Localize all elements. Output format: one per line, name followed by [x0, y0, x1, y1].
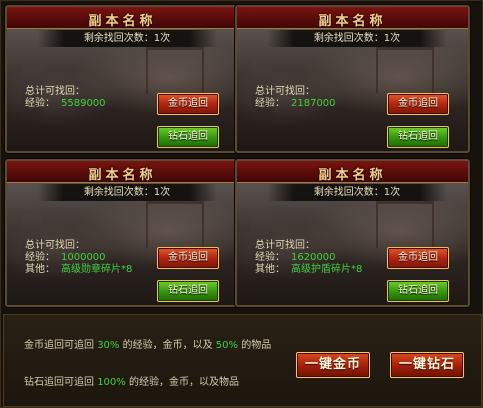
- dungeon-title-bar: 副本名称: [7, 161, 238, 183]
- item-percent: 50%: [215, 340, 239, 351]
- recoverable-info: 总计可找回： 经验： 1000000 其他： 高级勋章碎片*8: [25, 240, 132, 276]
- diamond-recover-button[interactable]: 钻石追回: [157, 126, 219, 148]
- description-text: 金币追回可追回: [24, 340, 94, 351]
- remaining-count: 剩余找回次数：1次: [267, 30, 447, 47]
- diamond-recover-description: 钻石追回可追回 100% 的经验，金币，以及物品: [24, 373, 239, 388]
- remaining-count: 剩余找回次数：1次: [267, 184, 447, 201]
- exp-value: 1000000: [61, 252, 106, 263]
- other-label: 其他：: [255, 264, 285, 275]
- one-click-diamond-button[interactable]: 一键钻石: [390, 352, 464, 378]
- other-value: 高级护盾碎片*8: [291, 264, 363, 275]
- exp-label: 经验：: [255, 98, 285, 109]
- gold-recover-button[interactable]: 金币追回: [387, 93, 449, 115]
- dungeon-title: 副本名称: [88, 168, 157, 183]
- gold-recover-button[interactable]: 金币追回: [387, 247, 449, 269]
- recovery-panel: 副本名称 剩余找回次数：1次 总计可找回： 经验： 5589000 金币追回 钻石…: [0, 0, 483, 408]
- exp-label: 经验：: [255, 252, 285, 263]
- dungeon-card-2: 副本名称 剩余找回次数：1次 总计可找回： 经验： 2187000 金币追回 钻石…: [235, 5, 470, 153]
- description-text: 钻石追回可追回: [24, 377, 94, 388]
- total-recoverable-label: 总计可找回：: [25, 240, 85, 251]
- dungeon-card-4: 副本名称 剩余找回次数：1次 总计可找回： 经验： 1620000 其他： 高级护盾…: [235, 159, 470, 307]
- diamond-recover-button[interactable]: 钻石追回: [387, 280, 449, 302]
- recoverable-info: 总计可找回： 经验： 1620000 其他： 高级护盾碎片*8: [255, 240, 362, 276]
- remaining-count: 剩余找回次数：1次: [37, 184, 217, 201]
- dungeon-title-bar: 副本名称: [237, 161, 468, 183]
- exp-percent: 30%: [97, 340, 120, 351]
- exp-value: 1620000: [291, 252, 336, 263]
- total-recoverable-label: 总计可找回：: [255, 86, 315, 97]
- recoverable-info: 总计可找回： 经验： 2187000: [255, 86, 336, 110]
- other-label: 其他：: [25, 264, 55, 275]
- description-text: 的经验，金币，以及物品: [128, 377, 239, 388]
- gold-recover-description: 金币追回可追回 30% 的经验，金币，以及 50% 的物品: [24, 336, 271, 351]
- gold-recover-button[interactable]: 金币追回: [157, 247, 219, 269]
- recoverable-info: 总计可找回： 经验： 5589000: [25, 86, 106, 110]
- dungeon-card-3: 副本名称 剩余找回次数：1次 总计可找回： 经验： 1000000 其他： 高级勋章…: [5, 159, 240, 307]
- diamond-recover-button[interactable]: 钻石追回: [387, 126, 449, 148]
- one-click-gold-button[interactable]: 一键金币: [296, 352, 370, 378]
- description-text: 的经验，金币，以及: [122, 340, 213, 351]
- exp-label: 经验：: [25, 98, 55, 109]
- exp-value: 2187000: [291, 98, 336, 109]
- dungeon-card-1: 副本名称 剩余找回次数：1次 总计可找回： 经验： 5589000 金币追回 钻石…: [5, 5, 240, 153]
- total-recoverable-label: 总计可找回：: [255, 240, 315, 251]
- dungeon-title-bar: 副本名称: [7, 7, 238, 29]
- description-text: 的物品: [241, 340, 272, 351]
- recover-percent: 100%: [97, 377, 126, 388]
- other-value: 高级勋章碎片*8: [61, 264, 133, 275]
- diamond-recover-button[interactable]: 钻石追回: [157, 280, 219, 302]
- dungeon-title-bar: 副本名称: [237, 7, 468, 29]
- total-recoverable-label: 总计可找回：: [25, 86, 85, 97]
- dungeon-title: 副本名称: [88, 14, 157, 29]
- exp-value: 5589000: [61, 98, 106, 109]
- remaining-count: 剩余找回次数：1次: [37, 30, 217, 47]
- dungeon-title: 副本名称: [318, 168, 387, 183]
- gold-recover-button[interactable]: 金币追回: [157, 93, 219, 115]
- dungeon-title: 副本名称: [318, 14, 387, 29]
- exp-label: 经验：: [25, 252, 55, 263]
- recovery-footer: 金币追回可追回 30% 的经验，金币，以及 50% 的物品 钻石追回可追回 10…: [3, 314, 482, 407]
